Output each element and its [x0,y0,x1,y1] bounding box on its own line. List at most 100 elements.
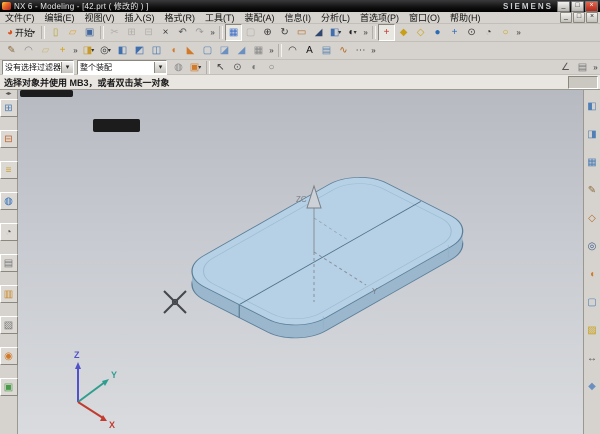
move-tool[interactable]: ↔ [584,350,600,367]
history[interactable]: ◔ [0,223,18,241]
new-part-button[interactable]: ▯ [47,24,64,41]
point-button[interactable]: + [54,42,71,59]
undo-button[interactable]: ↶ [174,24,191,41]
menu-preferences[interactable]: 首选项(P) [355,12,404,24]
wireframe-pick-button[interactable]: ○ [263,59,280,76]
shell-button[interactable]: ▢ [199,42,216,59]
graphics-window[interactable]: ZC Y Z Y X [18,90,583,434]
system-scenes[interactable]: ▤ [0,254,18,272]
snap-enable-button-caret[interactable]: ▾ [198,64,201,71]
start-button[interactable]: ◕开始▾ [3,24,39,41]
extrude-button-caret[interactable]: ▾ [91,47,94,54]
roles[interactable]: ▥ [0,285,18,303]
snap-options-button[interactable]: ◍ [170,59,187,76]
block-tool[interactable]: ◧ [584,98,600,115]
inside-selection-button[interactable]: ⊙ [229,59,246,76]
datum-tool[interactable]: ◇ [584,210,600,227]
pattern-button[interactable]: ▦ [250,42,267,59]
menu-tools[interactable]: 工具(T) [200,12,240,24]
part-navigator[interactable]: ≡ [0,161,18,179]
sketch-curve-button[interactable]: ◠ [20,42,37,59]
menu-help[interactable]: 帮助(H) [445,12,486,24]
point-set-button[interactable]: ⋯ [352,42,369,59]
window-layout-button[interactable]: ▦ [225,24,242,41]
edge-blend-button[interactable]: ◖ [165,42,182,59]
snap-arc-center-button[interactable]: ⊙ [463,24,480,41]
model-plate[interactable] [175,168,480,347]
close-button[interactable]: × [585,1,598,12]
render-style-button-caret[interactable]: ▾ [354,29,357,36]
snap-control-point-button[interactable]: ● [429,24,446,41]
menu-file[interactable]: 文件(F) [0,12,40,24]
extrude-button[interactable]: ◨▾ [80,42,97,59]
redo-button[interactable]: ↷ [191,24,208,41]
sketch-toolbar-overflow[interactable]: » [71,43,80,58]
save-button[interactable]: ▣ [81,24,98,41]
selection-filter-dropdown-icon[interactable]: ▾ [61,62,73,73]
constraint-navigator[interactable]: ⊟ [0,130,18,148]
menu-information[interactable]: 信息(I) [280,12,317,24]
resource-bar-dock-handle[interactable]: ◂▸ [5,90,11,99]
sweep-button[interactable]: ∿ [335,42,352,59]
feature-toolbar-overflow[interactable]: » [267,43,276,58]
unite-button[interactable]: ◧ [114,42,131,59]
maximize-button[interactable]: □ [571,1,584,12]
blend-tool[interactable]: ◖ [584,266,600,283]
boolean-tool[interactable]: ▦ [584,154,600,171]
minimize-button[interactable]: _ [557,1,570,12]
delete-button[interactable]: × [157,24,174,41]
snap-enable-button[interactable]: ▣▾ [187,59,204,76]
subtract-button[interactable]: ◩ [131,42,148,59]
internet-explorer[interactable]: ◍ [0,192,18,210]
snap-point-button[interactable]: ○ [497,24,514,41]
selection-bar-overflow[interactable]: » [591,60,600,75]
rotate-view-button[interactable]: ↻ [276,24,293,41]
snap-toolbar-overflow[interactable]: » [514,25,523,40]
menu-view[interactable]: 视图(V) [80,12,120,24]
fit-window-button[interactable]: ▭ [293,24,310,41]
view-toolbar-overflow[interactable]: » [361,25,370,40]
display-mode-button-caret[interactable]: ▾ [338,29,341,36]
snap-end-point-button[interactable]: ◆ [395,24,412,41]
info-button[interactable]: ▤ [574,59,591,76]
hole-button[interactable]: ◎▾ [97,42,114,59]
draft-button[interactable]: ◢ [233,42,250,59]
hole-button-caret[interactable]: ▾ [108,47,111,54]
arc-button[interactable]: ◠ [284,42,301,59]
open-button[interactable]: ▱ [64,24,81,41]
cylinder-tool[interactable]: ◨ [584,126,600,143]
menu-format[interactable]: 格式(R) [160,12,201,24]
snap-intersection-button[interactable]: + [446,24,463,41]
dynamic-csys-button[interactable]: + [378,24,395,41]
clip-section-button[interactable]: ◢ [310,24,327,41]
mdi-restore-button[interactable]: □ [573,12,585,23]
selection-scope-dropdown-icon[interactable]: ▾ [154,62,166,73]
user-tools[interactable]: ◉ [0,347,18,365]
curve-toolbar-overflow[interactable]: » [369,43,378,58]
mdi-minimize-button[interactable]: _ [560,12,572,23]
shaded-pick-button[interactable]: ◐ [246,59,263,76]
selection-scope-combo[interactable]: 整个装配 ▾ [77,60,167,75]
surface-button[interactable]: ▤ [318,42,335,59]
assembly-navigator[interactable]: ⊞ [0,99,18,117]
standard-toolbar-overflow[interactable]: » [208,25,217,40]
templates[interactable]: ▧ [0,316,18,334]
selection-filter-combo[interactable]: 没有选择过滤器 ▾ [2,60,74,75]
snap-mid-point-button[interactable]: ◇ [412,24,429,41]
zoom-button[interactable]: ⊕ [259,24,276,41]
more-tool[interactable]: ◆ [584,378,600,395]
sketch-tool[interactable]: ✎ [584,182,600,199]
text-button[interactable]: A [301,42,318,59]
menu-insert[interactable]: 插入(S) [120,12,160,24]
render-style-button[interactable]: ◐▾ [344,24,361,41]
menu-analysis[interactable]: 分析(L) [316,12,355,24]
rotate-target-crosshair[interactable] [164,291,186,313]
datum-plane-button[interactable]: ▱ [37,42,54,59]
pattern-tool[interactable]: ▨ [584,322,600,339]
display-mode-button[interactable]: ◧▾ [327,24,344,41]
snap-quadrant-button[interactable]: ◔ [480,24,497,41]
select-cursor-button[interactable]: ↖ [212,59,229,76]
trim-body-button[interactable]: ◪ [216,42,233,59]
menu-window[interactable]: 窗口(O) [404,12,445,24]
shell-tool[interactable]: ▢ [584,294,600,311]
